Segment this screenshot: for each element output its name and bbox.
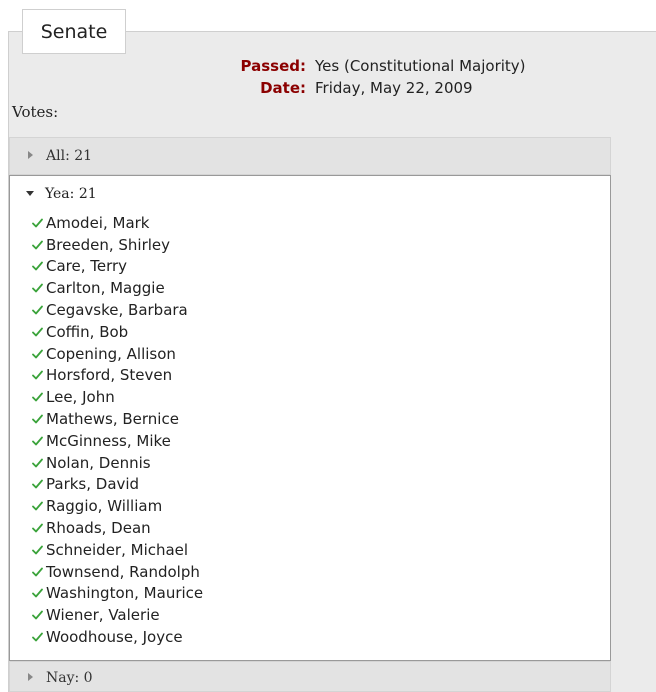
checkmark-icon — [32, 349, 43, 359]
passed-value: Yes (Constitutional Majority) — [315, 57, 526, 75]
senator-name: Cegavske, Barbara — [46, 301, 188, 320]
senator-name: Care, Terry — [46, 257, 128, 276]
checkmark-icon — [32, 501, 43, 511]
list-item: Amodei, Mark — [32, 212, 203, 234]
senator-name: Washington, Maurice — [46, 584, 204, 603]
list-item: Breeden, Shirley — [32, 234, 203, 256]
section-all-label: All: 21 — [46, 148, 93, 164]
checkmark-icon — [32, 305, 43, 315]
checkmark-icon — [32, 480, 43, 489]
checkmark-icon — [32, 283, 43, 293]
list-item: Nolan, Dennis — [32, 452, 203, 474]
triangle-down-icon — [26, 191, 34, 196]
list-item: Parks, David — [32, 474, 203, 496]
checkmark-icon — [32, 632, 43, 642]
triangle-right-icon — [28, 673, 33, 681]
list-item: Copening, Allison — [32, 343, 203, 365]
senator-name: Lee, John — [46, 388, 115, 407]
list-item: Wiener, Valerie — [32, 604, 203, 626]
checkmark-icon — [32, 371, 43, 380]
senator-name: Rhoads, Dean — [46, 519, 151, 538]
section-yea-label: Yea: 21 — [45, 186, 97, 202]
passed-label: Passed: — [240, 57, 306, 75]
votes-label: Votes: — [12, 103, 59, 121]
senator-name: Townsend, Randolph — [46, 562, 200, 581]
checkmark-icon — [32, 327, 43, 337]
senator-name: Breeden, Shirley — [46, 235, 171, 254]
senator-name: Woodhouse, Joyce — [46, 628, 183, 647]
list-item: Cegavske, Barbara — [32, 299, 203, 321]
checkmark-icon — [32, 567, 43, 577]
list-item: Woodhouse, Joyce — [32, 626, 203, 648]
list-item: Townsend, Randolph — [32, 561, 203, 583]
checkmark-icon — [32, 589, 43, 598]
list-item: Rhoads, Dean — [32, 517, 203, 539]
section-yea-header[interactable]: Yea: 21 — [10, 176, 610, 210]
senator-name: Raggio, William — [46, 497, 163, 516]
checkmark-icon — [32, 545, 43, 555]
list-item: Horsford, Steven — [32, 365, 203, 387]
section-nay-label: Nay: 0 — [46, 670, 93, 686]
checkmark-icon — [32, 218, 43, 228]
list-item: Raggio, William — [32, 495, 203, 517]
checkmark-icon — [32, 392, 43, 402]
section-yea-panel: Yea: 21 Amodei, Mark Breeden, Shirley Care… — [9, 175, 611, 661]
senator-name: Copening, Allison — [46, 344, 176, 363]
list-item: Washington, Maurice — [32, 583, 203, 605]
senator-name: Wiener, Valerie — [46, 606, 160, 625]
list-item: Care, Terry — [32, 256, 203, 278]
senator-name: Mathews, Bernice — [46, 410, 179, 429]
senator-name: Schneider, Michael — [46, 540, 189, 559]
date-label: Date: — [260, 79, 306, 97]
checkmark-icon — [32, 414, 43, 424]
senator-name: Parks, David — [46, 475, 140, 494]
list-item: Schneider, Michael — [32, 539, 203, 561]
list-item: Carlton, Maggie — [32, 277, 203, 299]
checkmark-icon — [32, 458, 43, 468]
checkmark-icon — [32, 436, 43, 446]
yea-name-list: Amodei, Mark Breeden, Shirley Care, Terry C… — [32, 212, 203, 648]
senator-name: Nolan, Dennis — [46, 453, 151, 472]
date-value: Friday, May 22, 2009 — [315, 79, 473, 97]
checkmark-icon — [32, 523, 43, 533]
senator-name: McGinness, Mike — [46, 431, 171, 450]
tab-senate[interactable]: Senate — [22, 9, 126, 54]
list-item: Mathews, Bernice — [32, 408, 203, 430]
checkmark-icon — [32, 610, 43, 620]
list-item: Lee, John — [32, 386, 203, 408]
section-all-header[interactable]: All: 21 — [9, 137, 611, 175]
tab-senate-label: Senate — [40, 20, 108, 43]
checkmark-icon — [32, 262, 43, 271]
senator-name: Horsford, Steven — [46, 366, 173, 385]
list-item: McGinness, Mike — [32, 430, 203, 452]
senator-name: Amodei, Mark — [46, 213, 150, 232]
list-item: Coffin, Bob — [32, 321, 203, 343]
senator-name: Coffin, Bob — [46, 322, 129, 341]
checkmark-icon — [32, 240, 43, 250]
triangle-right-icon — [28, 151, 33, 159]
senator-name: Carlton, Maggie — [46, 279, 165, 298]
section-nay-header[interactable]: Nay: 0 — [9, 661, 611, 692]
